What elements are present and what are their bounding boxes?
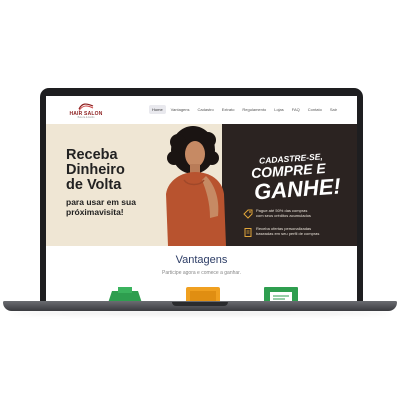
benefit-text: Receba ofertas personalizadas baseadas e… <box>256 226 354 236</box>
nav-item-regulamento[interactable]: Regulamento <box>239 105 269 114</box>
hair-wave-icon <box>78 103 94 111</box>
benefit-item: Pague até 50% das compras com seus crédi… <box>243 208 353 224</box>
nav-item-faq[interactable]: FAQ <box>289 105 303 114</box>
nav-item-lojas[interactable]: Lojas <box>271 105 287 114</box>
nav-item-cadastro[interactable]: Cadastro <box>195 105 217 114</box>
benefit-text: Pague até 50% das compras com seus crédi… <box>256 208 354 218</box>
nav-item-home[interactable]: Home <box>149 105 166 114</box>
nav-item-vantagens[interactable]: Vantagens <box>168 105 193 114</box>
woman-photo <box>166 126 226 246</box>
section-subtitle: Participe agora e comece a ganhar. <box>162 270 241 276</box>
clipboard-icon <box>244 228 252 237</box>
laptop-notch <box>172 302 228 306</box>
benefit-line-2: com seus créditos acumulados <box>256 213 311 218</box>
hero-banner[interactable]: Receba Dinheiro de Volta para usar em su… <box>46 124 357 246</box>
site-header: HAIR SALON Beleza & Estilo Home Vantagen… <box>46 96 357 125</box>
laptop-screen: HAIR SALON Beleza & Estilo Home Vantagen… <box>46 96 357 303</box>
nav-item-sair[interactable]: Sair <box>327 105 340 114</box>
nav-item-contato[interactable]: Contato <box>305 105 325 114</box>
benefit-line-2: baseadas em seu perfil de compras <box>256 231 320 236</box>
benefit-item: Receba ofertas personalizadas baseadas e… <box>243 226 353 242</box>
brand-tagline: Beleza & Estilo <box>77 116 95 119</box>
main-nav: Home Vantagens Cadastro Extrato Regulame… <box>149 105 340 114</box>
brand-logo[interactable]: HAIR SALON Beleza & Estilo <box>66 103 106 119</box>
section-title: Vantagens <box>175 254 228 266</box>
nav-item-extrato[interactable]: Extrato <box>219 105 238 114</box>
tag-icon <box>243 209 253 219</box>
